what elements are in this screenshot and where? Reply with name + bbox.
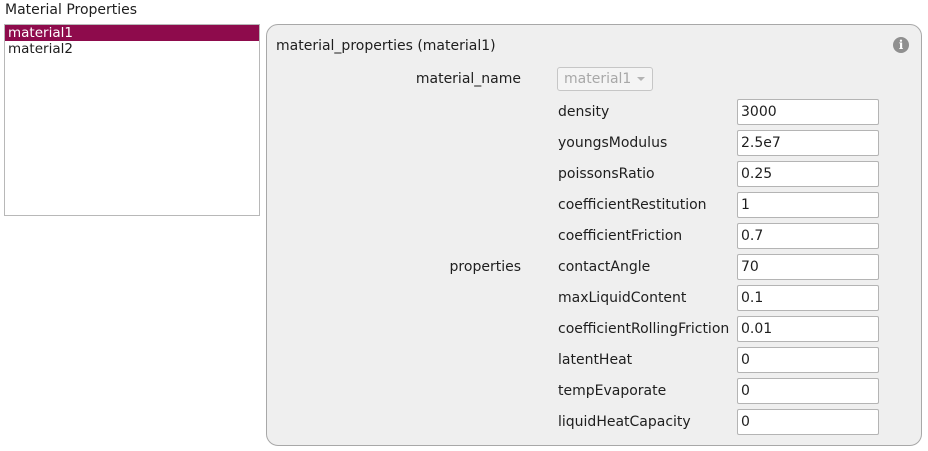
max-liquid-content-input[interactable] xyxy=(737,285,879,311)
panel-title: material_properties (material1) xyxy=(276,38,496,54)
property-row-coefficient-friction: coefficientFriction xyxy=(267,223,923,249)
property-name: coefficientRestitution xyxy=(558,197,707,213)
material-name-dropdown: material1 xyxy=(557,67,653,91)
property-row-coefficient-rolling-friction: coefficientRollingFriction xyxy=(267,316,923,342)
poissons-ratio-input[interactable] xyxy=(737,161,879,187)
property-row-poissons-ratio: poissonsRatio xyxy=(267,161,923,187)
property-name: contactAngle xyxy=(558,259,651,275)
latent-heat-input[interactable] xyxy=(737,347,879,373)
liquid-heat-capacity-input[interactable] xyxy=(737,409,879,435)
property-name: density xyxy=(558,104,610,120)
property-name: liquidHeatCapacity xyxy=(558,414,691,430)
list-item[interactable]: material1 xyxy=(5,25,259,41)
list-item[interactable]: material2 xyxy=(5,41,259,57)
property-row-coefficient-restitution: coefficientRestitution xyxy=(267,192,923,218)
density-input[interactable] xyxy=(737,99,879,125)
material-name-value: material1 xyxy=(564,71,632,87)
temp-evaporate-input[interactable] xyxy=(737,378,879,404)
property-row-latent-heat: latentHeat xyxy=(267,347,923,373)
property-row-contact-angle: contactAngle xyxy=(267,254,923,280)
coefficient-friction-input[interactable] xyxy=(737,223,879,249)
property-name: tempEvaporate xyxy=(558,383,667,399)
property-row-max-liquid-content: maxLiquidContent xyxy=(267,285,923,311)
property-name: youngsModulus xyxy=(558,135,668,151)
chevron-down-icon xyxy=(637,77,645,81)
property-name: coefficientFriction xyxy=(558,228,683,244)
window-title: Material Properties xyxy=(5,2,138,18)
property-name: poissonsRatio xyxy=(558,166,655,182)
property-name: coefficientRollingFriction xyxy=(558,321,730,337)
info-icon[interactable]: i xyxy=(893,37,909,53)
property-name: latentHeat xyxy=(558,352,633,368)
contact-angle-input[interactable] xyxy=(737,254,879,280)
coefficient-rolling-friction-input[interactable] xyxy=(737,316,879,342)
property-name: maxLiquidContent xyxy=(558,290,687,306)
property-row-youngs-modulus: youngsModulus xyxy=(267,130,923,156)
materials-list[interactable]: material1 material2 xyxy=(4,24,260,216)
property-row-liquid-heat-capacity: liquidHeatCapacity xyxy=(267,409,923,435)
coefficient-restitution-input[interactable] xyxy=(737,192,879,218)
property-row-density: density xyxy=(267,99,923,125)
property-row-temp-evaporate: tempEvaporate xyxy=(267,378,923,404)
material-name-label: material_name xyxy=(415,71,521,87)
youngs-modulus-input[interactable] xyxy=(737,130,879,156)
material-properties-panel: material_properties (material1) i materi… xyxy=(266,24,922,446)
material-properties-window: Material Properties material1 material2 … xyxy=(0,0,928,451)
